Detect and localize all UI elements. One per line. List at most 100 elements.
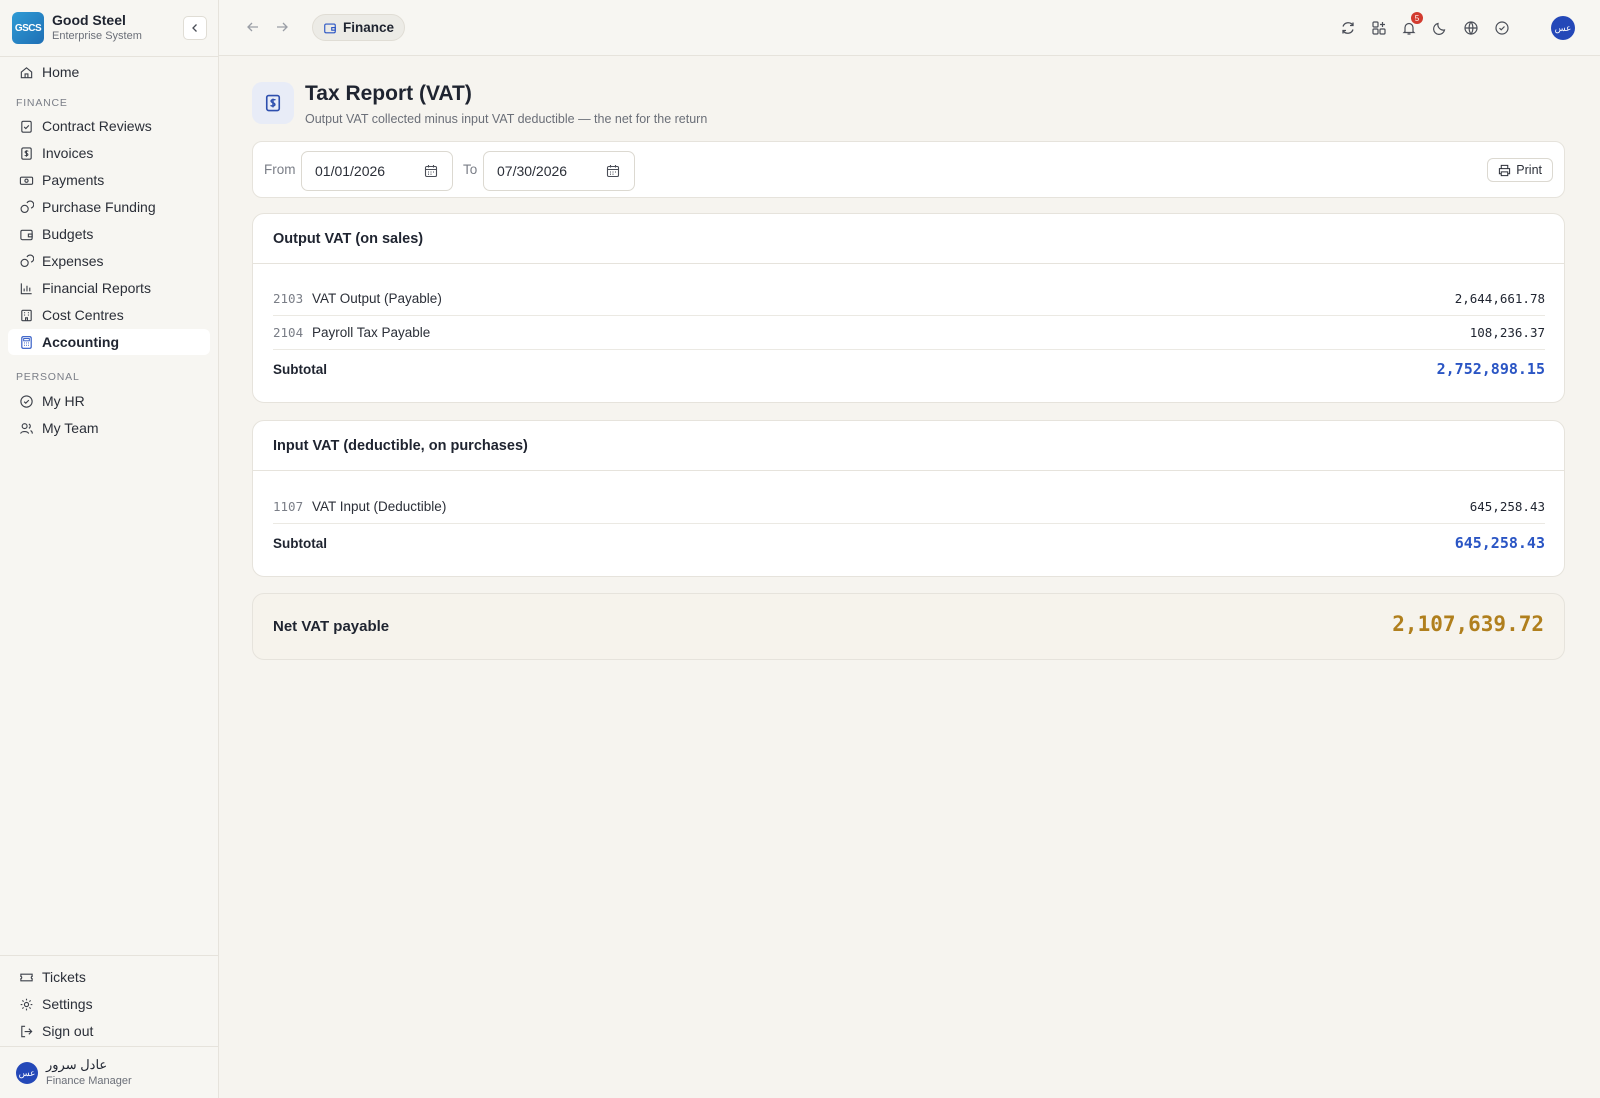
collapse-sidebar-button[interactable] xyxy=(183,16,207,40)
subtotal-amount: 2,752,898.15 xyxy=(1436,360,1545,378)
tasks-button[interactable] xyxy=(1491,17,1513,39)
breadcrumb-label: Finance xyxy=(343,20,395,35)
home-icon xyxy=(20,66,33,78)
language-button[interactable] xyxy=(1460,17,1482,39)
sidebar-item-label: Accounting xyxy=(42,334,119,350)
check-circle-icon xyxy=(1495,21,1509,35)
apps-button[interactable] xyxy=(1368,17,1390,39)
bar-chart-icon xyxy=(20,282,32,294)
calculator-icon xyxy=(21,335,32,349)
sidebar-item-label: My HR xyxy=(42,393,85,409)
refresh-icon xyxy=(1342,22,1354,34)
sidebar-item-tickets[interactable]: Tickets xyxy=(8,964,210,990)
print-button[interactable]: Print xyxy=(1487,158,1553,182)
from-label: From xyxy=(264,162,296,177)
net-vat-card: Net VAT payable 2,107,639.72 xyxy=(252,593,1565,660)
notifications-button[interactable]: 5 xyxy=(1398,12,1423,39)
user-role: Finance Manager xyxy=(46,1075,132,1087)
calendar-icon[interactable] xyxy=(606,164,620,178)
sidebar-item-home[interactable]: Home xyxy=(8,59,210,85)
sidebar-item-label: My Team xyxy=(42,420,99,436)
account-amount: 645,258.43 xyxy=(1469,499,1545,514)
clipboard-check-icon xyxy=(21,120,32,133)
refresh-button[interactable] xyxy=(1337,17,1359,39)
sidebar-item-purchase-funding[interactable]: Purchase Funding xyxy=(8,194,210,220)
account-amount: 108,236.37 xyxy=(1469,325,1545,340)
printer-icon xyxy=(1499,164,1511,176)
avatar[interactable]: عس xyxy=(1551,16,1575,40)
sidebar-item-label: Settings xyxy=(42,996,93,1012)
notification-badge: 5 xyxy=(1411,12,1423,24)
chevron-left-icon xyxy=(192,24,197,32)
check-circle-icon xyxy=(20,394,33,408)
avatar[interactable]: عس xyxy=(16,1062,38,1084)
sidebar-item-label: Invoices xyxy=(42,145,94,161)
sidebar-item-label: Payments xyxy=(42,172,105,188)
output-vat-card: Output VAT (on sales) 2103 VAT Output (P… xyxy=(252,213,1565,403)
table-row: 2103 VAT Output (Payable) 2,644,661.78 xyxy=(273,282,1545,316)
sidebar-item-contract-reviews[interactable]: Contract Reviews xyxy=(8,113,210,139)
breadcrumb[interactable]: Finance xyxy=(312,14,406,41)
moon-icon xyxy=(1433,22,1446,35)
globe-icon xyxy=(1464,21,1478,35)
account-name: VAT Output (Payable) xyxy=(312,291,442,306)
sidebar-item-expenses[interactable]: Expenses xyxy=(8,248,210,274)
from-date-input[interactable]: 01/01/2026 xyxy=(301,151,453,191)
input-vat-card: Input VAT (deductible, on purchases) 110… xyxy=(252,420,1565,577)
page-title: Tax Report (VAT) xyxy=(305,82,472,105)
sidebar: GSCS Good Steel Enterprise System Home F… xyxy=(0,0,219,1098)
sidebar-item-financial-reports[interactable]: Financial Reports xyxy=(8,275,210,301)
gear-icon xyxy=(20,998,33,1010)
sidebar-divider xyxy=(0,56,218,57)
sidebar-item-label: Budgets xyxy=(42,226,94,242)
sidebar-item-accounting[interactable]: Accounting xyxy=(8,329,210,355)
sign-out-icon xyxy=(21,1025,33,1037)
brand: GSCS Good Steel Enterprise System xyxy=(12,12,207,44)
subtotal-amount: 645,258.43 xyxy=(1454,534,1545,552)
sidebar-item-budgets[interactable]: Budgets xyxy=(8,221,210,247)
net-vat-label: Net VAT payable xyxy=(273,618,390,635)
to-label: To xyxy=(463,162,478,177)
theme-toggle-button[interactable] xyxy=(1429,17,1451,39)
sidebar-item-label: Home xyxy=(42,64,80,80)
invoice-dollar-icon xyxy=(21,146,32,160)
sidebar-item-label: Purchase Funding xyxy=(42,199,156,215)
sidebar-divider xyxy=(0,955,218,956)
sidebar-item-payments[interactable]: Payments xyxy=(8,167,210,193)
wallet-icon xyxy=(324,22,336,33)
sidebar-item-label: Contract Reviews xyxy=(42,118,152,134)
sidebar-item-invoices[interactable]: Invoices xyxy=(8,140,210,166)
sidebar-divider xyxy=(0,1046,218,1047)
sidebar-item-label: Sign out xyxy=(42,1023,94,1039)
subtotal-row: Subtotal 645,258.43 xyxy=(273,526,1545,560)
date-filter-bar: From 01/01/2026 To 07/30/2026 Print xyxy=(252,141,1565,198)
account-code: 2103 xyxy=(273,291,304,306)
calendar-icon[interactable] xyxy=(424,164,438,178)
account-name: VAT Input (Deductible) xyxy=(312,499,447,514)
brand-logo: GSCS xyxy=(12,12,44,44)
page-subtitle: Output VAT collected minus input VAT ded… xyxy=(305,112,708,126)
forward-button[interactable] xyxy=(272,17,292,37)
sidebar-item-sign-out[interactable]: Sign out xyxy=(8,1018,210,1044)
account-code: 2104 xyxy=(273,325,304,340)
from-date-value: 01/01/2026 xyxy=(315,163,386,179)
to-date-input[interactable]: 07/30/2026 xyxy=(483,151,635,191)
building-icon xyxy=(21,309,32,321)
sidebar-item-cost-centres[interactable]: Cost Centres xyxy=(8,302,210,328)
output-vat-title: Output VAT (on sales) xyxy=(253,214,1564,264)
subtotal-row: Subtotal 2,752,898.15 xyxy=(273,352,1545,386)
sidebar-item-my-team[interactable]: My Team xyxy=(8,415,210,441)
back-button[interactable] xyxy=(243,17,263,37)
subtotal-label: Subtotal xyxy=(273,535,327,551)
arrow-right-icon xyxy=(277,22,288,32)
arrow-left-icon xyxy=(247,22,258,32)
sidebar-item-label: Expenses xyxy=(42,253,104,269)
sidebar-item-my-hr[interactable]: My HR xyxy=(8,388,210,414)
sidebar-item-settings[interactable]: Settings xyxy=(8,991,210,1017)
finance-section-label: FINANCE xyxy=(16,97,68,109)
table-row: 1107 VAT Input (Deductible) 645,258.43 xyxy=(273,490,1545,524)
banknote-icon xyxy=(19,176,34,185)
wallet-icon xyxy=(20,229,33,240)
apps-grid-icon xyxy=(1372,21,1386,35)
invoice-dollar-icon xyxy=(265,94,281,112)
